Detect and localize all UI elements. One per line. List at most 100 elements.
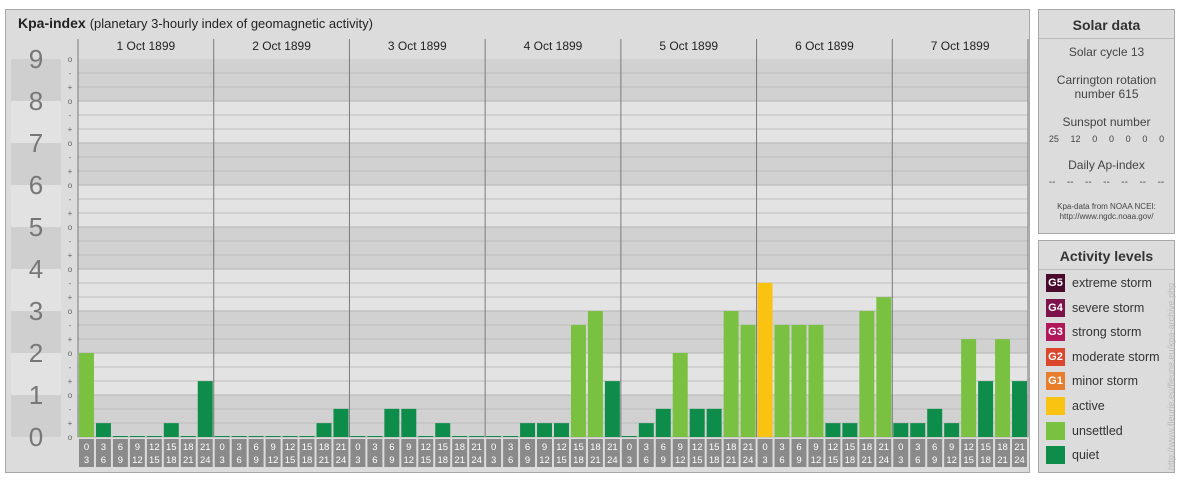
interval-start-label: 18 bbox=[997, 442, 1008, 453]
kp-bar bbox=[638, 423, 654, 437]
interval-start-label: 6 bbox=[525, 442, 530, 453]
minor-tick-label: o bbox=[68, 97, 73, 106]
activity-levels-panel: Activity levels G5 extreme storm G4 severe … bbox=[1038, 240, 1175, 473]
minor-tick-label: + bbox=[68, 335, 73, 344]
interval-end-label: 18 bbox=[573, 455, 584, 466]
carrington-line2: number 615 bbox=[1074, 87, 1139, 101]
interval-start-label: 15 bbox=[709, 442, 720, 453]
interval-end-label: 12 bbox=[946, 455, 957, 466]
minor-tick-label: - bbox=[69, 195, 72, 204]
kp-bar bbox=[401, 408, 417, 437]
kp-bar bbox=[774, 324, 790, 437]
ap-value: -- bbox=[1157, 177, 1165, 188]
interval-end-label: 6 bbox=[644, 455, 649, 466]
interval-start-label: 6 bbox=[253, 442, 258, 453]
interval-end-label: 3 bbox=[762, 455, 767, 466]
ap-value: -- bbox=[1085, 177, 1092, 188]
interval-start-label: 9 bbox=[542, 442, 547, 453]
interval-start-label: 6 bbox=[796, 442, 801, 453]
interval-start-label: 21 bbox=[1014, 442, 1025, 453]
ap-value: -- bbox=[1066, 177, 1074, 188]
legend-item: unsettled bbox=[1046, 421, 1123, 440]
interval-start-label: 0 bbox=[491, 442, 496, 453]
carrington-line1: Carrington rotation bbox=[1056, 73, 1157, 87]
kp-bar bbox=[435, 423, 451, 437]
kp-bar bbox=[265, 436, 281, 437]
interval-end-label: 3 bbox=[491, 455, 496, 466]
interval-end-label: 24 bbox=[743, 455, 754, 466]
kp-bar bbox=[1012, 381, 1027, 437]
kp-bar bbox=[214, 436, 230, 437]
interval-start-label: 3 bbox=[779, 442, 784, 453]
interval-end-label: 12 bbox=[404, 455, 415, 466]
kp-bar bbox=[927, 408, 943, 437]
interval-start-label: 15 bbox=[437, 442, 448, 453]
ap-value: -- bbox=[1121, 177, 1128, 188]
interval-start-label: 15 bbox=[845, 442, 856, 453]
kp-bar bbox=[146, 436, 162, 437]
day-label: 4 Oct 1899 bbox=[524, 39, 583, 53]
interval-start-label: 0 bbox=[762, 442, 767, 453]
interval-start-label: 21 bbox=[879, 442, 890, 453]
kp-bar bbox=[706, 408, 722, 437]
interval-start-label: 3 bbox=[915, 442, 920, 453]
minor-tick-label: o bbox=[68, 391, 73, 400]
kp-bar bbox=[197, 381, 213, 437]
interval-end-label: 24 bbox=[200, 455, 211, 466]
kp-bar bbox=[163, 423, 179, 437]
day-label: 7 Oct 1899 bbox=[931, 39, 990, 53]
legend-label: strong storm bbox=[1072, 325, 1142, 340]
kp-bar bbox=[621, 436, 637, 437]
minor-tick-label: + bbox=[68, 251, 73, 260]
ap-title: Daily Ap-index bbox=[1068, 158, 1145, 172]
interval-start-label: 12 bbox=[692, 442, 703, 453]
legend-item: quiet bbox=[1046, 446, 1100, 465]
interval-end-label: 6 bbox=[915, 455, 920, 466]
minor-tick-label: + bbox=[68, 125, 73, 134]
interval-end-label: 15 bbox=[285, 455, 296, 466]
minor-tick-label: + bbox=[68, 167, 73, 176]
interval-end-label: 3 bbox=[84, 455, 89, 466]
kp-bar bbox=[231, 436, 247, 437]
interval-start-label: 21 bbox=[743, 442, 754, 453]
kp-bar bbox=[740, 324, 756, 437]
interval-start-label: 18 bbox=[862, 442, 873, 453]
interval-end-label: 15 bbox=[963, 455, 974, 466]
day-label: 6 Oct 1899 bbox=[795, 39, 854, 53]
solar-data-title: Solar data bbox=[1072, 17, 1141, 33]
interval-end-label: 18 bbox=[166, 455, 177, 466]
interval-end-label: 21 bbox=[997, 455, 1008, 466]
y-tick-label: 0 bbox=[29, 422, 43, 452]
interval-start-label: 3 bbox=[101, 442, 106, 453]
interval-end-label: 18 bbox=[980, 455, 991, 466]
interval-start-label: 9 bbox=[270, 442, 275, 453]
kp-bar bbox=[299, 436, 315, 437]
interval-end-label: 15 bbox=[149, 455, 160, 466]
interval-end-label: 18 bbox=[709, 455, 720, 466]
interval-start-label: 9 bbox=[678, 442, 683, 453]
sunspot-title: Sunspot number bbox=[1062, 115, 1151, 129]
kp-bar bbox=[757, 282, 773, 437]
interval-start-label: 3 bbox=[237, 442, 242, 453]
interval-start-label: 0 bbox=[355, 442, 360, 453]
kp-bar bbox=[672, 353, 688, 437]
interval-end-label: 12 bbox=[132, 455, 143, 466]
kp-bar bbox=[893, 423, 909, 437]
interval-start-label: 0 bbox=[898, 442, 903, 453]
legend-swatch: G1 bbox=[1046, 372, 1065, 391]
interval-start-label: 6 bbox=[661, 442, 666, 453]
sunspot-value: 0 bbox=[1125, 134, 1131, 144]
sunspot-value: 0 bbox=[1108, 134, 1114, 144]
y-tick-label: 4 bbox=[29, 254, 43, 284]
legend-label: quiet bbox=[1072, 448, 1100, 463]
plot-band bbox=[78, 143, 1028, 185]
kp-bar bbox=[655, 408, 671, 437]
legend-label: active bbox=[1072, 399, 1105, 413]
interval-end-label: 12 bbox=[675, 455, 686, 466]
legend-label: severe storm bbox=[1072, 300, 1145, 315]
kp-bar bbox=[604, 381, 620, 437]
interval-start-label: 15 bbox=[166, 442, 177, 453]
interval-start-label: 12 bbox=[285, 442, 296, 453]
interval-end-label: 9 bbox=[932, 455, 937, 466]
legend-swatch: G4 bbox=[1046, 298, 1065, 317]
